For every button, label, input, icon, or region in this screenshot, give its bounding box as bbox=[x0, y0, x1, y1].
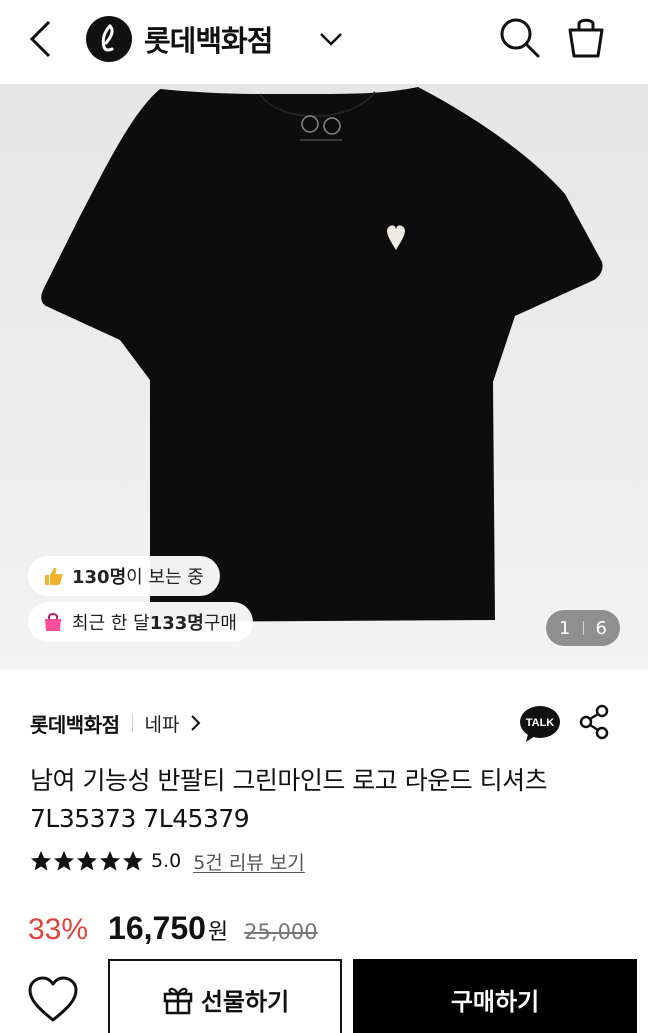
buyers-badge: 최근 한 달 133명 구매 bbox=[28, 602, 253, 642]
shopping-bag-button[interactable] bbox=[564, 14, 608, 60]
share-icon bbox=[579, 704, 609, 740]
kakao-talk-icon: TALK bbox=[520, 706, 560, 742]
search-button[interactable] bbox=[498, 16, 542, 60]
heart-icon bbox=[28, 976, 78, 1022]
brand-selector[interactable]: 롯데백화점 bbox=[86, 14, 273, 64]
currency-unit: 원 bbox=[207, 920, 229, 945]
buy-button[interactable]: 구매하기 bbox=[353, 959, 637, 1033]
store-name: 롯데백화점 bbox=[30, 712, 120, 737]
chevron-down-icon bbox=[320, 33, 342, 46]
rating-stars bbox=[30, 850, 145, 872]
divider bbox=[131, 714, 133, 732]
star-icon bbox=[31, 851, 51, 871]
search-icon bbox=[500, 18, 540, 58]
price-row: 33% 16,750 원 25,000 bbox=[28, 910, 318, 954]
kakao-talk-button[interactable]: TALK bbox=[518, 704, 562, 744]
image-pager: 1 6 bbox=[546, 610, 620, 646]
thumbs-up-icon bbox=[45, 567, 63, 585]
rating-score: 5.0 bbox=[151, 850, 182, 872]
product-image-carousel[interactable]: 130명 이 보는 중 최근 한 달 133명 구매 1 6 bbox=[0, 84, 648, 670]
top-app-bar: 롯데백화점 bbox=[0, 0, 648, 82]
viewers-suffix: 이 보는 중 bbox=[126, 567, 204, 588]
pager-total: 6 bbox=[595, 617, 607, 639]
store-breadcrumb: 롯데백화점 네파 bbox=[30, 708, 203, 738]
share-button[interactable] bbox=[578, 704, 612, 740]
lotte-logo-icon bbox=[86, 16, 132, 62]
buy-label: 구매하기 bbox=[450, 987, 540, 1016]
gift-button[interactable]: 선물하기 bbox=[108, 959, 342, 1033]
buyers-suffix: 구매 bbox=[203, 613, 237, 634]
shopping-bag-icon bbox=[568, 18, 604, 58]
brand-dropdown-button[interactable] bbox=[316, 24, 346, 54]
sale-price: 16,750 bbox=[108, 910, 206, 946]
product-title: 남여 기능성 반팔티 그린마인드 로고 라운드 티셔츠 7L35373 7L45… bbox=[30, 766, 548, 833]
viewers-count: 130명 bbox=[72, 567, 127, 588]
discount-rate: 33% bbox=[28, 913, 89, 946]
original-price: 25,000 bbox=[244, 920, 318, 944]
wishlist-button[interactable] bbox=[22, 970, 84, 1030]
gift-icon bbox=[163, 987, 193, 1015]
back-button[interactable] bbox=[22, 16, 62, 62]
brand-name: 롯데백화점 bbox=[144, 24, 273, 58]
gift-label: 선물하기 bbox=[200, 987, 290, 1016]
reviews-link[interactable]: 5건 리뷰 보기 bbox=[193, 848, 305, 875]
talk-label: TALK bbox=[526, 717, 555, 729]
viewers-badge: 130명 이 보는 중 bbox=[28, 556, 220, 596]
star-icon bbox=[77, 851, 97, 871]
chevron-left-icon bbox=[29, 20, 51, 58]
star-icon bbox=[100, 851, 120, 871]
star-icon bbox=[54, 851, 74, 871]
star-icon bbox=[123, 851, 143, 871]
buyers-prefix: 최근 한 달 bbox=[72, 613, 150, 634]
pager-current: 1 bbox=[559, 617, 571, 639]
buyers-count: 133명 bbox=[149, 613, 204, 634]
pager-separator bbox=[582, 621, 584, 635]
chevron-right-icon[interactable] bbox=[189, 714, 203, 732]
rating-row: 5.0 5건 리뷰 보기 bbox=[30, 847, 305, 875]
handbag-icon bbox=[45, 613, 61, 631]
brand-link[interactable]: 네파 bbox=[145, 710, 180, 737]
